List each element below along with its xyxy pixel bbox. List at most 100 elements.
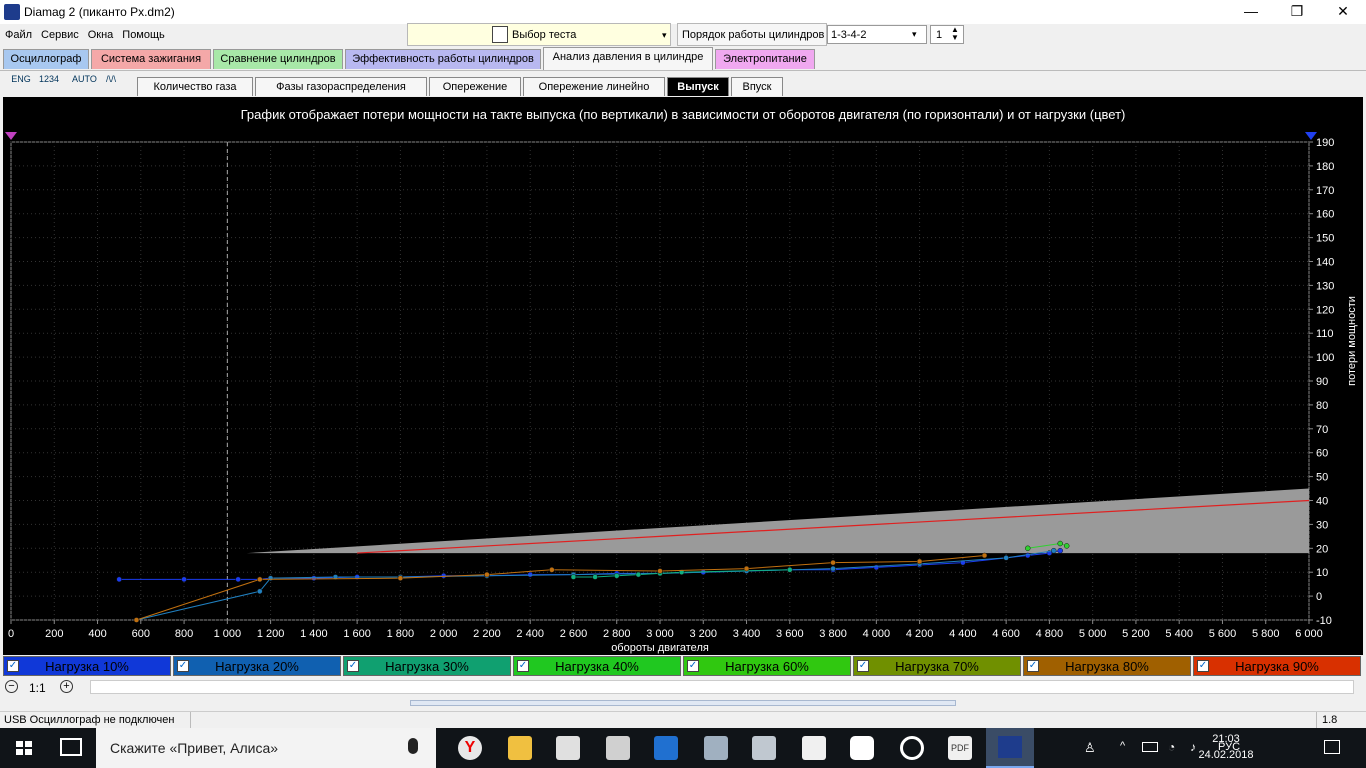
data-point bbox=[267, 575, 274, 581]
y-tick-label: 40 bbox=[1316, 496, 1328, 508]
menu-help[interactable]: Помощь bbox=[117, 26, 169, 41]
status-bar: USB Осциллограф не подключен 1.8 bbox=[0, 711, 1366, 729]
zoom-in-icon[interactable]: + bbox=[60, 680, 73, 693]
cylinder-number-stepper[interactable]: 1 ▲ ▼ bbox=[930, 25, 964, 44]
x-tick-label: 400 bbox=[88, 628, 106, 640]
battery-icon[interactable] bbox=[1142, 742, 1158, 752]
legend-item[interactable]: ✓ Нагрузка 20% bbox=[173, 656, 341, 676]
spin-arrows-icon[interactable]: ▲ ▼ bbox=[951, 26, 959, 42]
close-button[interactable]: ✕ bbox=[1320, 0, 1366, 24]
checkbox-icon[interactable]: ✓ bbox=[857, 660, 869, 672]
file-explorer-icon[interactable] bbox=[508, 736, 532, 760]
legend-item[interactable]: ✓ Нагрузка 70% bbox=[853, 656, 1021, 676]
photos-app-icon[interactable] bbox=[752, 736, 776, 760]
data-point bbox=[484, 571, 490, 578]
data-point bbox=[257, 576, 263, 583]
x-tick-label: 4 000 bbox=[863, 628, 891, 640]
legend-item[interactable]: ✓ Нагрузка 80% bbox=[1023, 656, 1191, 676]
diamag-taskbar-button[interactable] bbox=[986, 728, 1034, 768]
x-axis-label: обороты двигателя bbox=[611, 642, 709, 654]
menu-file[interactable]: Файл bbox=[0, 26, 36, 41]
chevron-down-icon: ▾ bbox=[912, 29, 917, 39]
cylinder-order-icon[interactable]: 1234 bbox=[38, 74, 60, 94]
legend-item[interactable]: ✓ Нагрузка 90% bbox=[1193, 656, 1361, 676]
task-view-icon[interactable] bbox=[60, 738, 82, 756]
wifi-icon[interactable]: ◔ bbox=[1168, 740, 1175, 754]
test-select-dropdown[interactable]: Выбор теста ▾ bbox=[407, 23, 671, 46]
notifications-icon[interactable] bbox=[1324, 740, 1340, 754]
windows-logo-icon bbox=[16, 741, 32, 755]
sub-tab[interactable]: Выпуск bbox=[667, 77, 729, 96]
legend-item[interactable]: ✓ Нагрузка 30% bbox=[343, 656, 511, 676]
clock[interactable]: 21:03 24.02.2018 bbox=[1196, 731, 1256, 763]
checkbox-icon[interactable]: ✓ bbox=[7, 660, 19, 672]
data-point bbox=[116, 576, 122, 583]
data-point bbox=[440, 573, 447, 579]
camera-icon[interactable] bbox=[850, 736, 874, 760]
search-text: Скажите «Привет, Алиса» bbox=[110, 740, 279, 756]
maximize-button[interactable]: ❐ bbox=[1274, 0, 1320, 24]
panel-splitter[interactable] bbox=[410, 700, 956, 706]
checkbox-icon[interactable]: ✓ bbox=[1027, 660, 1039, 672]
checkbox-icon[interactable]: ✓ bbox=[177, 660, 189, 672]
horizontal-scrollbar[interactable] bbox=[90, 680, 1354, 694]
windows-start-button[interactable] bbox=[0, 728, 48, 768]
main-tab[interactable]: Анализ давления в цилиндре bbox=[543, 47, 713, 70]
people-icon[interactable]: ♙ bbox=[1084, 740, 1096, 756]
data-point bbox=[1003, 555, 1009, 561]
cylinder-order-label: Порядок работы цилиндров bbox=[682, 29, 825, 41]
chart-svg[interactable]: 0 200 400 600 800 1 000 1 200 1 400 1 600 1 800 2 … bbox=[3, 97, 1363, 655]
legend-label: Нагрузка 20% bbox=[215, 659, 299, 674]
microphone-icon[interactable] bbox=[408, 738, 418, 754]
main-tab[interactable]: Осциллограф bbox=[3, 49, 89, 69]
version-label: 1.8 bbox=[1322, 714, 1338, 726]
network-app-icon[interactable] bbox=[704, 736, 728, 760]
menu-windows[interactable]: Окна bbox=[83, 26, 118, 41]
zoom-out-icon[interactable]: − bbox=[5, 680, 18, 693]
sub-tab[interactable]: Количество газа bbox=[137, 77, 253, 96]
document-gear-icon bbox=[492, 26, 508, 43]
main-tab[interactable]: Эффективность работы цилиндров bbox=[345, 49, 541, 69]
y-tick-label: 10 bbox=[1316, 567, 1328, 579]
cylinder-order-select[interactable]: 1-3-4-2 ▾ bbox=[827, 25, 927, 44]
x-tick-label: 2 000 bbox=[430, 628, 458, 640]
checkbox-icon[interactable]: ✓ bbox=[687, 660, 699, 672]
data-point bbox=[635, 571, 642, 578]
app-logo-icon bbox=[4, 4, 20, 20]
checkbox-icon[interactable]: ✓ bbox=[517, 660, 529, 672]
engine-settings-icon[interactable]: ENG bbox=[10, 74, 32, 94]
calculator-icon[interactable] bbox=[606, 736, 630, 760]
main-tab[interactable]: Сравнение цилиндров bbox=[213, 49, 343, 69]
x-tick-label: 5 800 bbox=[1252, 628, 1280, 640]
waveform-icon[interactable]: /\/\ bbox=[100, 74, 122, 94]
main-tab[interactable]: Система зажигания bbox=[91, 49, 211, 69]
menu-service[interactable]: Сервис bbox=[36, 26, 83, 41]
minimize-button[interactable]: — bbox=[1228, 0, 1274, 24]
legend-item[interactable]: ✓ Нагрузка 40% bbox=[513, 656, 681, 676]
checkbox-icon[interactable]: ✓ bbox=[1197, 660, 1209, 672]
sub-tab[interactable]: Впуск bbox=[731, 77, 783, 96]
sub-tab[interactable]: Опережение bbox=[429, 77, 521, 96]
store-icon[interactable] bbox=[556, 736, 580, 760]
search-box[interactable]: Скажите «Привет, Алиса» bbox=[96, 728, 436, 768]
pdf-reader-icon[interactable]: PDF bbox=[948, 736, 972, 760]
x-tick-label: 1 400 bbox=[300, 628, 328, 640]
checkbox-icon[interactable]: ✓ bbox=[347, 660, 359, 672]
notepad-icon[interactable] bbox=[802, 736, 826, 760]
sub-tab[interactable]: Фазы газораспределения bbox=[255, 77, 427, 96]
sub-tab[interactable]: Опережение линейно bbox=[523, 77, 665, 96]
legend-item[interactable]: ✓ Нагрузка 60% bbox=[683, 656, 851, 676]
auto-mode-icon[interactable]: AUTO bbox=[72, 74, 97, 94]
chevron-up-icon[interactable]: ^ bbox=[1120, 740, 1125, 752]
status-divider bbox=[190, 712, 191, 728]
yandex-browser-icon[interactable]: Y bbox=[458, 736, 482, 760]
security-shield-icon[interactable] bbox=[654, 736, 678, 760]
main-tab[interactable]: Электропитание bbox=[715, 49, 815, 69]
legend-item[interactable]: ✓ Нагрузка 10% bbox=[3, 656, 171, 676]
media-player-icon[interactable] bbox=[900, 736, 924, 760]
legend-label: Нагрузка 30% bbox=[385, 659, 469, 674]
y-tick-label: 100 bbox=[1316, 352, 1334, 364]
left-marker-icon bbox=[5, 132, 17, 140]
diamag-app-icon bbox=[998, 736, 1022, 758]
data-point bbox=[1050, 547, 1057, 554]
